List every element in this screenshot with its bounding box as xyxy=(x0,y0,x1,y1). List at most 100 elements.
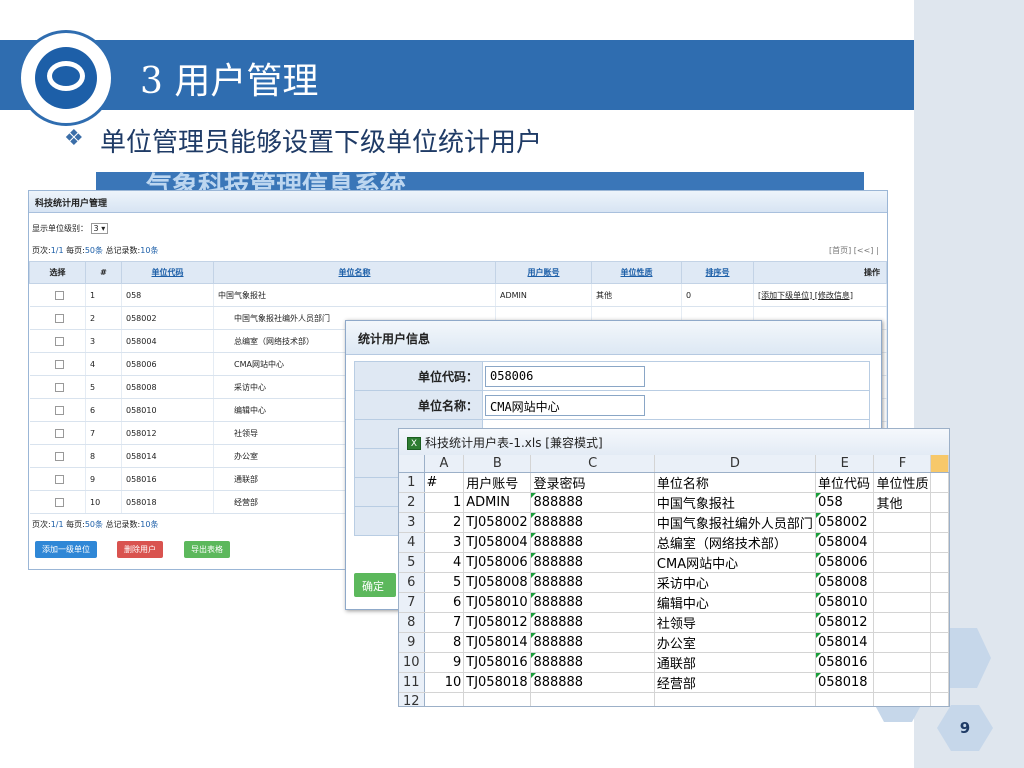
sheet-cell[interactable]: 888888 xyxy=(530,672,655,693)
sheet-cell[interactable] xyxy=(873,692,932,706)
sheet-cell[interactable]: TJ058002 xyxy=(463,512,532,533)
add-top-unit-button[interactable]: 添加一级单位 xyxy=(35,541,97,558)
sheet-cell[interactable]: 其他 xyxy=(873,492,932,513)
sheet-cell[interactable]: 888888 xyxy=(530,632,655,653)
sheet-cell[interactable]: 888888 xyxy=(530,652,655,673)
unit-name-field[interactable]: CMA网站中心 xyxy=(485,394,645,416)
sheet-cell[interactable]: 058 xyxy=(815,492,875,513)
sheet-cell[interactable]: TJ058012 xyxy=(463,612,532,633)
sheet-cell[interactable]: 社领导 xyxy=(654,612,816,633)
sheet-cell[interactable] xyxy=(873,552,932,573)
sheet-header-cell[interactable]: 单位代码 xyxy=(815,472,875,493)
sheet-cell[interactable]: TJ058016 xyxy=(463,652,532,673)
sheet-cell[interactable]: 058010 xyxy=(815,592,875,613)
sheet-cell[interactable] xyxy=(930,652,949,673)
sheet-cell[interactable]: 888888 xyxy=(530,532,655,553)
sheet-cell[interactable]: 5 xyxy=(424,572,465,593)
sheet-header-cell[interactable]: 用户账号 xyxy=(463,472,532,493)
row-checkbox[interactable] xyxy=(29,306,86,330)
sheet-cell[interactable]: 总编室（网络技术部） xyxy=(654,532,816,553)
sheet-cell[interactable]: TJ058014 xyxy=(463,632,532,653)
column-letter[interactable]: F xyxy=(873,455,932,473)
row-checkbox[interactable] xyxy=(29,329,86,353)
sheet-cell[interactable] xyxy=(424,692,465,706)
sheet-cell[interactable] xyxy=(654,692,816,706)
col-user-account[interactable]: 用户账号 xyxy=(495,261,592,284)
sheet-cell[interactable]: 888888 xyxy=(530,572,655,593)
sheet-cell[interactable]: TJ058008 xyxy=(463,572,532,593)
sheet-cell[interactable]: 888888 xyxy=(530,492,655,513)
sheet-cell[interactable] xyxy=(873,652,932,673)
sheet-cell[interactable]: 7 xyxy=(424,612,465,633)
sheet-cell[interactable]: ADMIN xyxy=(463,492,532,513)
sheet-cell[interactable] xyxy=(873,572,932,593)
col-order[interactable]: 排序号 xyxy=(681,261,754,284)
sheet-header-cell[interactable]: 单位性质 xyxy=(873,472,932,493)
row-checkbox[interactable] xyxy=(29,444,86,468)
select-all-corner[interactable] xyxy=(399,455,425,473)
sheet-cell[interactable] xyxy=(530,692,655,706)
sheet-cell[interactable] xyxy=(930,672,949,693)
sheet-cell[interactable]: 通联部 xyxy=(654,652,816,673)
row-checkbox[interactable] xyxy=(29,421,86,445)
col-unit-type[interactable]: 单位性质 xyxy=(591,261,682,284)
sheet-cell[interactable]: 中国气象报社 xyxy=(654,492,816,513)
level-select[interactable]: 3 ▾ xyxy=(90,223,109,234)
column-letter[interactable]: B xyxy=(463,455,532,473)
sheet-cell[interactable]: 2 xyxy=(424,512,465,533)
sheet-cell[interactable]: 8 xyxy=(424,632,465,653)
column-letter[interactable]: E xyxy=(815,455,875,473)
sheet-cell[interactable]: 编辑中心 xyxy=(654,592,816,613)
sheet-header-cell[interactable]: # xyxy=(424,472,465,493)
pager-nav[interactable]: [首页] [<<] | xyxy=(829,245,879,256)
sheet-cell[interactable] xyxy=(873,672,932,693)
sheet-cell[interactable]: 058006 xyxy=(815,552,875,573)
delete-user-button[interactable]: 删除用户 xyxy=(117,541,163,558)
sheet-cell[interactable]: TJ058010 xyxy=(463,592,532,613)
sheet-cell[interactable]: CMA网站中心 xyxy=(654,552,816,573)
sheet-cell[interactable] xyxy=(815,692,875,706)
sheet-cell[interactable]: 1 xyxy=(424,492,465,513)
sheet-cell[interactable]: 3 xyxy=(424,532,465,553)
sheet-cell[interactable] xyxy=(930,612,949,633)
sheet-cell[interactable] xyxy=(930,632,949,653)
column-letter-extra[interactable] xyxy=(930,455,949,473)
sheet-cell[interactable]: 888888 xyxy=(530,552,655,573)
sheet-cell[interactable]: 中国气象报社编外人员部门 xyxy=(654,512,816,533)
sheet-cell[interactable]: 058016 xyxy=(815,652,875,673)
col-unit-code[interactable]: 单位代码 xyxy=(121,261,214,284)
sheet-cell[interactable] xyxy=(930,552,949,573)
row-checkbox[interactable] xyxy=(29,283,86,307)
sheet-header-cell[interactable]: 登录密码 xyxy=(530,472,655,493)
sheet-cell[interactable]: 058002 xyxy=(815,512,875,533)
row-checkbox[interactable] xyxy=(29,490,86,514)
sheet-cell[interactable] xyxy=(873,512,932,533)
sheet-cell[interactable] xyxy=(873,592,932,613)
sheet-cell[interactable]: 4 xyxy=(424,552,465,573)
column-letter[interactable]: C xyxy=(530,455,655,473)
sheet-cell[interactable]: TJ058006 xyxy=(463,552,532,573)
sheet-cell[interactable] xyxy=(930,472,949,493)
sheet-cell[interactable]: 9 xyxy=(424,652,465,673)
sheet-cell[interactable]: 058018 xyxy=(815,672,875,693)
sheet-cell[interactable]: 采访中心 xyxy=(654,572,816,593)
sheet-cell[interactable] xyxy=(873,532,932,553)
sheet-cell[interactable]: 888888 xyxy=(530,512,655,533)
sheet-cell[interactable] xyxy=(873,632,932,653)
row-checkbox[interactable] xyxy=(29,398,86,422)
sheet-cell[interactable]: TJ058004 xyxy=(463,532,532,553)
sheet-cell[interactable]: 办公室 xyxy=(654,632,816,653)
row-checkbox[interactable] xyxy=(29,352,86,376)
row-checkbox[interactable] xyxy=(29,467,86,491)
row-checkbox[interactable] xyxy=(29,375,86,399)
sheet-cell[interactable]: 6 xyxy=(424,592,465,613)
unit-code-field[interactable]: 058006 xyxy=(485,366,645,387)
sheet-cell[interactable]: TJ058018 xyxy=(463,672,532,693)
sheet-cell[interactable] xyxy=(930,572,949,593)
export-table-button[interactable]: 导出表格 xyxy=(184,541,230,558)
sheet-cell[interactable]: 10 xyxy=(424,672,465,693)
sheet-cell[interactable]: 888888 xyxy=(530,612,655,633)
sheet-header-cell[interactable]: 单位名称 xyxy=(654,472,816,493)
sheet-cell[interactable] xyxy=(930,592,949,613)
sheet-cell[interactable]: 058014 xyxy=(815,632,875,653)
